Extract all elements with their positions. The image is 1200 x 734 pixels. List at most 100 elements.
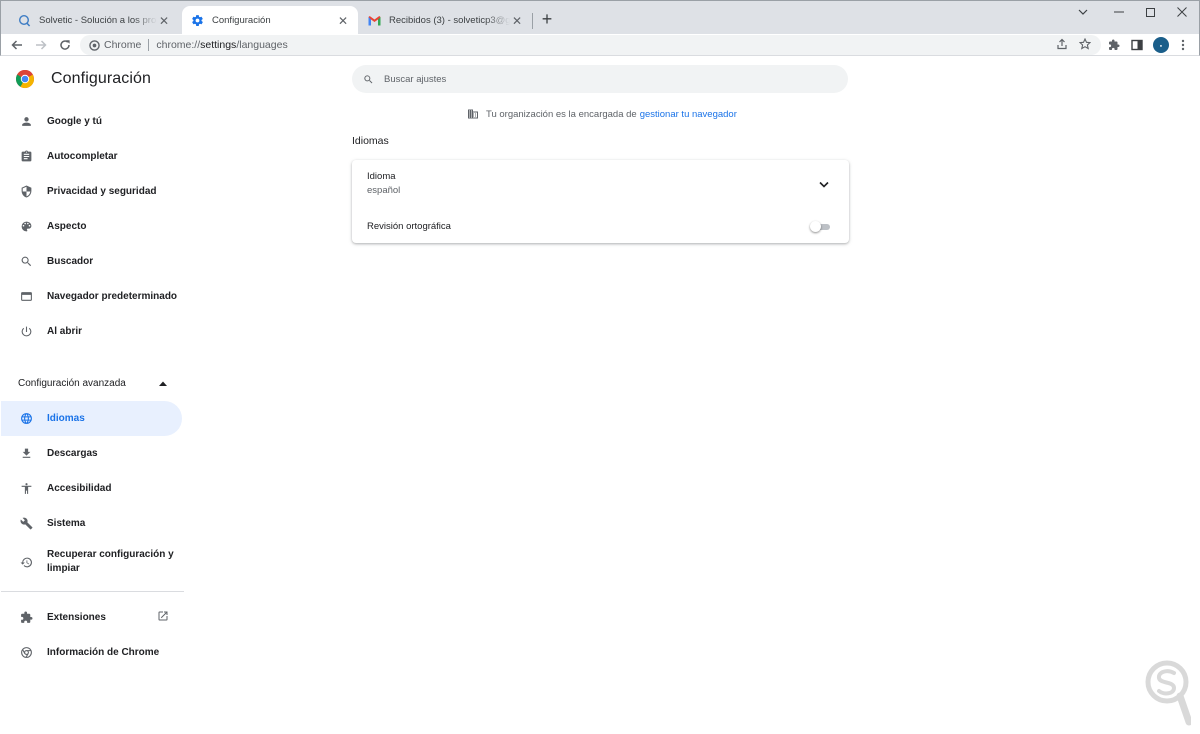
close-tab-icon[interactable]: ✕ [510,14,524,28]
download-icon [18,446,34,462]
chrome-site-icon [89,39,100,51]
search-placeholder: Buscar ajustes [384,73,447,85]
sidebar-item-autocompletar[interactable]: Autocompletar [1,139,182,174]
avatar-icon: ● [1159,42,1163,48]
sidebar-item-accesibilidad[interactable]: Accesibilidad [1,471,182,506]
chevron-down-icon[interactable] [818,178,830,190]
sidebar-item-extensiones[interactable]: Extensiones [1,600,182,635]
sidebar-item-al-abrir[interactable]: Al abrir [1,314,182,349]
settings-sidebar: Google y tú Autocompletar Privacidad y s… [1,104,184,670]
sidebar-item-navegador[interactable]: Navegador predeterminado [1,279,182,314]
solvetic-watermark-logo [1143,658,1193,726]
close-tab-icon[interactable]: ✕ [336,14,350,28]
clipboard-icon [18,149,34,165]
tab-title: Solvetic - Solución a los problemas [39,15,157,26]
maximize-icon[interactable] [1132,1,1168,23]
tab-solvetic[interactable]: Solvetic - Solución a los problemas ✕ [9,6,179,35]
building-icon [467,108,479,120]
accessibility-icon [18,481,34,497]
sidebar-item-recuperar[interactable]: Recuperar configuración y limpiar [1,541,182,583]
spellcheck-label: Revisión ortográfica [367,221,451,232]
page-title: Configuración [51,70,152,87]
sidebar-item-google[interactable]: Google y tú [1,104,182,139]
extensions-puzzle-icon[interactable] [1105,36,1123,54]
forward-arrow-icon[interactable] [32,36,50,54]
sidebar-item-label: Idiomas [47,413,85,424]
back-arrow-icon[interactable] [8,36,26,54]
sidebar-item-privacidad[interactable]: Privacidad y seguridad [1,174,182,209]
sidebar-item-idiomas[interactable]: Idiomas [1,401,182,436]
sidebar-item-label: Autocompletar [47,151,118,162]
profile-avatar[interactable]: ● [1153,37,1169,53]
tab-search-chevron-icon[interactable] [1065,1,1101,23]
sidebar-item-label: Recuperar configuración y limpiar [47,549,174,574]
wrench-icon [18,516,34,532]
open-in-new-icon [157,610,169,625]
advanced-section-toggle[interactable]: Configuración avanzada [1,366,184,401]
browser-window-icon [18,289,34,305]
side-panel-icon[interactable] [1128,36,1146,54]
tab-title: Configuración [212,15,271,26]
sidebar-item-label: Sistema [47,518,86,529]
managed-notice: Tu organización es la encargada de gesti… [467,108,737,120]
chrome-logo-icon [15,69,35,89]
tab-configuracion[interactable]: Configuración ✕ [182,6,358,35]
url-text: chrome://settings/languages [156,39,288,51]
manage-browser-link[interactable]: gestionar tu navegador [640,109,737,120]
language-row[interactable]: Idioma español [352,160,849,207]
browser-toolbar: Chrome chrome://settings/languages ● [0,34,1200,56]
sidebar-item-label: Extensiones [47,612,106,623]
power-icon [18,324,34,340]
shield-icon [18,184,34,200]
sidebar-item-label: Navegador predeterminado [47,291,178,302]
sidebar-divider [1,591,184,592]
spellcheck-row: Revisión ortográfica [352,207,849,243]
sidebar-item-informacion[interactable]: Información de Chrome [1,635,182,670]
sidebar-item-label: Información de Chrome [47,647,160,658]
caret-up-icon [159,378,167,389]
palette-icon [18,219,34,235]
address-bar[interactable]: Chrome chrome://settings/languages [80,35,1101,55]
language-label: Idioma [367,171,396,182]
settings-page: Configuración Google y tú Autocompletar … [1,57,1199,732]
reload-icon[interactable] [56,36,74,54]
sidebar-item-buscador[interactable]: Buscador [1,244,182,279]
tab-separator [532,13,533,29]
solvetic-favicon-icon [17,14,31,28]
sidebar-item-sistema[interactable]: Sistema [1,506,182,541]
globe-icon [18,411,34,427]
close-tab-icon[interactable]: ✕ [157,14,171,28]
sidebar-item-label: Aspecto [47,221,87,232]
language-value: español [367,185,401,196]
chrome-outline-icon [18,645,34,661]
spellcheck-toggle[interactable] [810,221,830,232]
share-icon[interactable] [1053,35,1071,53]
settings-favicon-icon [190,14,204,28]
close-window-icon[interactable] [1164,1,1200,23]
new-tab-button[interactable]: + [538,9,556,29]
sidebar-item-label: Al abrir [47,326,83,337]
bookmark-star-icon[interactable] [1076,35,1094,53]
search-icon [363,74,374,85]
site-chip-label: Chrome [104,39,142,51]
sidebar-item-aspecto[interactable]: Aspecto [1,209,182,244]
sidebar-item-label: Accesibilidad [47,483,112,494]
languages-card: Idioma español Revisión ortográfica [352,160,849,243]
sidebar-item-label: Descargas [47,448,98,459]
search-icon [18,254,34,270]
managed-text: Tu organización es la encargada de [486,108,637,120]
puzzle-icon [18,610,34,626]
history-icon [18,554,34,570]
advanced-section-label: Configuración avanzada [18,378,126,389]
sidebar-item-label: Google y tú [47,116,102,127]
sidebar-item-descargas[interactable]: Descargas [1,436,182,471]
person-icon [18,114,34,130]
sidebar-item-label: Buscador [47,256,94,267]
settings-header: Configuración [15,69,151,89]
sidebar-item-label: Privacidad y seguridad [47,186,157,197]
tab-strip: Solvetic - Solución a los problemas ✕ Co… [0,0,1200,35]
settings-search-input[interactable]: Buscar ajustes [352,65,848,93]
tab-gmail[interactable]: Recibidos (3) - solveticp3@gmail.com ✕ [359,6,532,35]
menu-kebab-icon[interactable] [1174,36,1192,54]
